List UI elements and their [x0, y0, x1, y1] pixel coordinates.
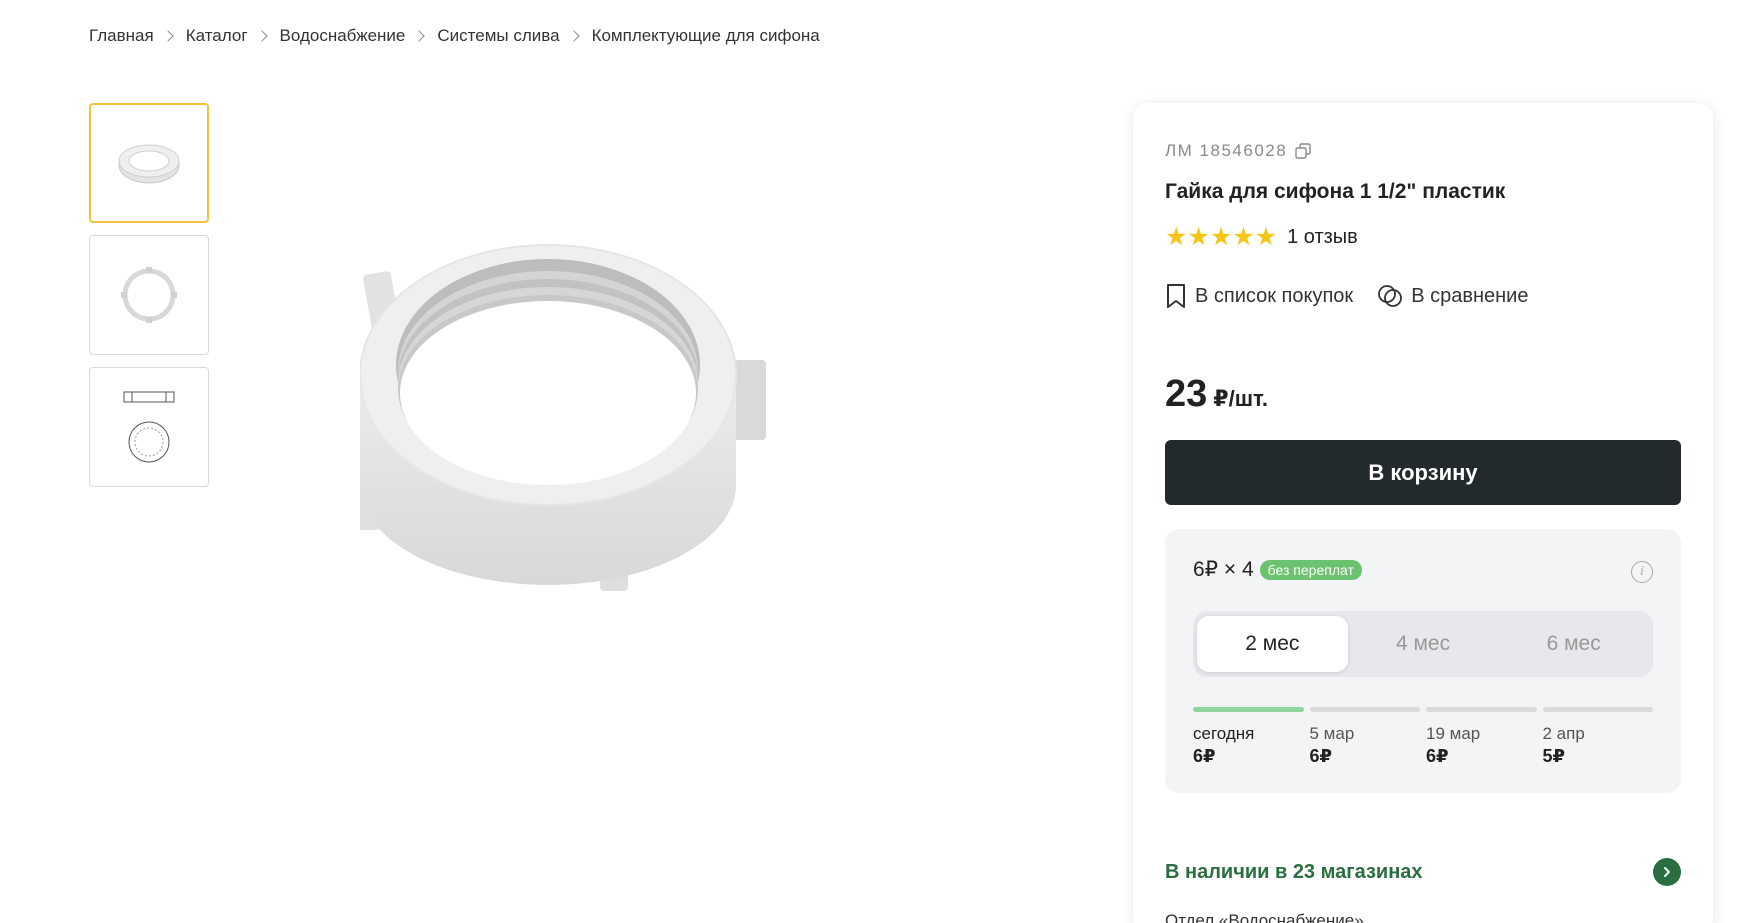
product-title: Гайка для сифона 1 1/2" пластик: [1165, 180, 1506, 203]
breadcrumb-drain-systems[interactable]: Системы слива: [437, 26, 559, 46]
payment-date: 2 апр: [1542, 724, 1585, 743]
payment-amount: 5₽: [1542, 746, 1566, 766]
rating[interactable]: ★ ★ ★ ★ ★ 1 отзыв: [1165, 225, 1358, 250]
stock-availability[interactable]: В наличии в 23 магазинах: [1165, 858, 1681, 886]
installment-formula: 6₽ × 4: [1193, 558, 1254, 581]
technical-drawing-image: [123, 391, 175, 463]
tab-4-months[interactable]: 4 мес: [1348, 616, 1499, 672]
star-icon: ★: [1187, 223, 1210, 251]
shopping-list-label: В список покупок: [1195, 284, 1354, 307]
progress-bar: [1542, 707, 1653, 712]
stock-text[interactable]: В наличии в 23 магазинах: [1165, 861, 1423, 884]
thumbnail-1[interactable]: [89, 103, 209, 223]
reviews-link[interactable]: 1 отзыв: [1287, 226, 1358, 249]
no-overpay-badge: без переплат: [1259, 559, 1362, 580]
star-icon: ★: [1209, 223, 1233, 251]
breadcrumb-home[interactable]: Главная: [89, 26, 154, 46]
sku-label: ЛМ 18546028: [1165, 141, 1288, 160]
payment-step: 5 мар 6₽: [1309, 707, 1420, 767]
sku: ЛМ 18546028: [1165, 141, 1311, 161]
payment-amount: 6₽: [1426, 746, 1449, 766]
star-icon: ★: [1165, 223, 1188, 251]
price-unit: ₽/шт.: [1213, 386, 1268, 411]
installment-header: 6₽ × 4 без переплат: [1193, 557, 1362, 582]
breadcrumb-siphon-parts[interactable]: Комплектующие для сифона: [592, 26, 820, 46]
chevron-right-icon[interactable]: [1653, 858, 1681, 886]
chevron-right-icon: [567, 30, 580, 42]
breadcrumb-catalog[interactable]: Каталог: [186, 26, 248, 46]
payment-step: сегодня 6₽: [1193, 707, 1304, 767]
nut-top-view-image: [121, 267, 177, 323]
thumbnail-2[interactable]: [89, 235, 209, 355]
compare-label: В сравнение: [1411, 284, 1529, 307]
product-actions: В список покупок В сравнение: [1165, 283, 1552, 309]
payment-schedule: сегодня 6₽ 5 мар 6₽ 19 мар 6₽ 2 апр 5₽: [1193, 707, 1653, 767]
product-card: ЛМ 18546028 Гайка для сифона 1 1/2" плас…: [1133, 103, 1713, 923]
chevron-right-icon: [413, 30, 426, 42]
chevron-right-icon: [162, 30, 174, 42]
info-icon[interactable]: i: [1631, 561, 1653, 583]
payment-date: 5 мар: [1309, 724, 1355, 743]
payment-amount: 6₽: [1193, 746, 1216, 766]
breadcrumb: Главная Каталог Водоснабжение Системы сл…: [89, 26, 820, 46]
installment-panel: 6₽ × 4 без переплат i 2 мес 4 мес 6 мес …: [1165, 529, 1681, 793]
payment-date: 19 мар: [1426, 724, 1481, 743]
add-to-shopping-list-button[interactable]: В список покупок: [1165, 283, 1353, 309]
compare-icon: [1378, 285, 1403, 307]
tab-6-months[interactable]: 6 мес: [1498, 616, 1649, 672]
chevron-right-icon: [255, 30, 268, 42]
thumbnail-3[interactable]: [89, 367, 209, 487]
payment-step: 19 мар 6₽: [1426, 707, 1537, 767]
breadcrumb-water-supply[interactable]: Водоснабжение: [280, 26, 406, 46]
payment-step: 2 апр 5₽: [1542, 707, 1653, 767]
star-icon: ★: [1254, 223, 1278, 251]
installment-term-tabs: 2 мес 4 мес 6 мес: [1193, 611, 1653, 677]
payment-amount: 6₽: [1309, 746, 1333, 766]
price: 23 ₽/шт.: [1165, 373, 1268, 416]
copy-icon[interactable]: [1295, 143, 1311, 159]
bookmark-icon: [1167, 284, 1185, 308]
progress-bar: [1193, 707, 1304, 712]
progress-bar: [1426, 707, 1537, 712]
progress-bar: [1309, 707, 1420, 712]
department-label: Отдел «Водоснабжение»: [1165, 911, 1364, 923]
star-icon: ★: [1232, 223, 1255, 251]
tab-2-months[interactable]: 2 мес: [1197, 616, 1348, 672]
add-to-compare-button[interactable]: В сравнение: [1377, 283, 1528, 309]
thumbnail-list: [89, 103, 209, 499]
product-main-image[interactable]: [350, 215, 880, 675]
payment-date: сегодня: [1193, 724, 1255, 743]
siphon-nut-image: [350, 244, 766, 591]
nut-image: [118, 144, 180, 184]
price-value: 23: [1165, 373, 1208, 415]
add-to-cart-button[interactable]: В корзину: [1165, 440, 1681, 505]
